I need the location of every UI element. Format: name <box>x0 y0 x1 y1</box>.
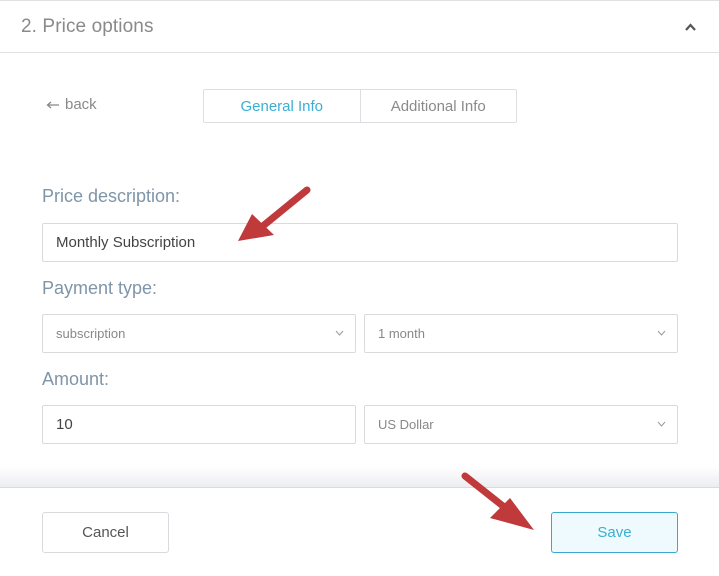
back-link[interactable]: back <box>46 96 97 113</box>
price-description-input[interactable]: Monthly Subscription <box>42 223 678 262</box>
footer-divider <box>0 487 719 488</box>
back-label: back <box>65 96 97 113</box>
price-description-label: Price description: <box>42 186 181 206</box>
tab-additional-info[interactable]: Additional Info <box>359 90 517 122</box>
amount-label: Amount: <box>42 369 110 389</box>
arrow-left-icon <box>46 101 59 108</box>
collapse-button[interactable] <box>680 15 700 39</box>
amount-input[interactable]: 10 <box>42 405 356 444</box>
chevron-down-icon <box>657 421 666 427</box>
tab-general-info[interactable]: General Info <box>204 90 360 122</box>
currency-value: US Dollar <box>378 417 434 432</box>
footer-shadow <box>0 466 719 487</box>
chevron-up-icon <box>684 23 696 31</box>
cancel-button[interactable]: Cancel <box>42 512 169 553</box>
billing-period-select[interactable]: 1 month <box>364 314 678 353</box>
payment-type-label: Payment type: <box>42 278 158 298</box>
tab-bar: General Info Additional Info <box>203 89 517 123</box>
section-header[interactable]: 2. Price options <box>0 1 719 53</box>
save-button[interactable]: Save <box>551 512 678 553</box>
chevron-down-icon <box>335 330 344 336</box>
billing-period-value: 1 month <box>378 326 425 341</box>
chevron-down-icon <box>657 330 666 336</box>
payment-type-value: subscription <box>56 326 126 341</box>
currency-select[interactable]: US Dollar <box>364 405 678 444</box>
section-title: 2. Price options <box>21 16 154 37</box>
payment-type-select[interactable]: subscription <box>42 314 356 353</box>
